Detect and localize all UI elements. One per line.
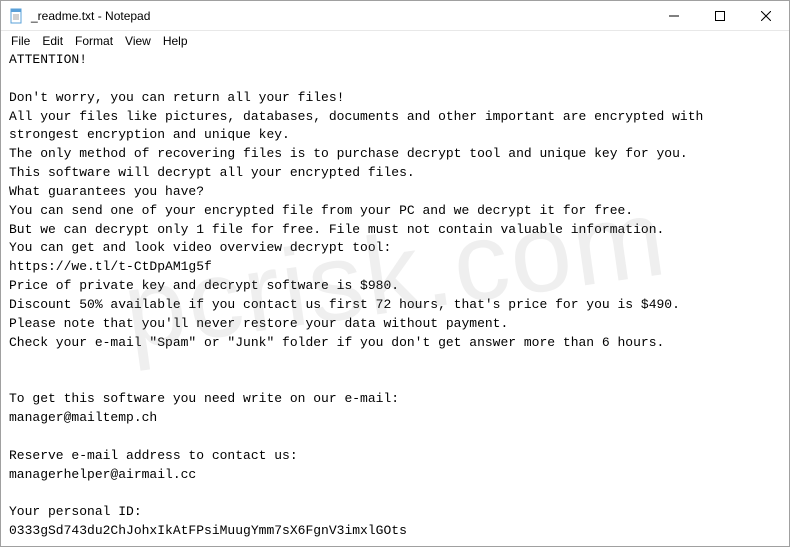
menu-edit[interactable]: Edit — [36, 33, 69, 49]
minimize-button[interactable] — [651, 1, 697, 31]
text-area[interactable]: ATTENTION! Don't worry, you can return a… — [1, 51, 789, 546]
close-button[interactable] — [743, 1, 789, 31]
notepad-icon — [9, 8, 25, 24]
menu-help[interactable]: Help — [157, 33, 194, 49]
menu-file[interactable]: File — [5, 33, 36, 49]
maximize-button[interactable] — [697, 1, 743, 31]
menubar: File Edit Format View Help — [1, 31, 789, 51]
window-title: _readme.txt - Notepad — [31, 9, 651, 23]
window-controls — [651, 1, 789, 30]
titlebar: _readme.txt - Notepad — [1, 1, 789, 31]
menu-view[interactable]: View — [119, 33, 157, 49]
notepad-window: _readme.txt - Notepad File Edit Format V… — [0, 0, 790, 547]
menu-format[interactable]: Format — [69, 33, 119, 49]
